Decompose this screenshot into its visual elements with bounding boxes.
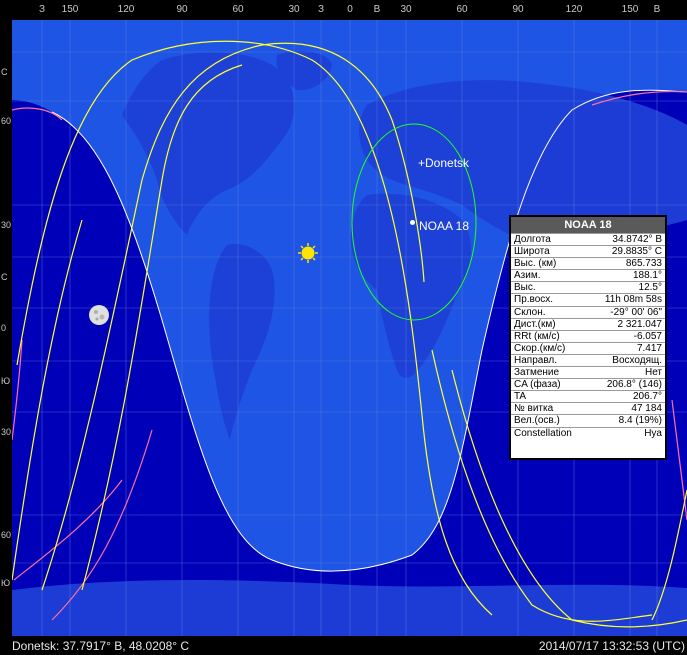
city-marker-donetsk[interactable]: +Donetsk: [418, 156, 469, 170]
axis-tick: Ю: [1, 376, 11, 386]
info-label: Constellation: [514, 427, 572, 439]
status-bar: Donetsk: 37.7917° В, 48.0208° С 2014/07/…: [0, 636, 687, 654]
moon-icon: [89, 305, 109, 325]
axis-tick: 120: [565, 4, 583, 15]
axis-tick: 150: [61, 4, 79, 15]
axis-tick: Ю: [1, 578, 11, 588]
axis-tick: 60: [1, 530, 12, 540]
axis-tick: З: [38, 4, 46, 15]
info-row: Выс. (км) 865.733: [511, 257, 665, 269]
info-row: № витка 47 184: [511, 402, 665, 414]
axis-tick: 0: [1, 323, 7, 333]
axis-tick: 60: [232, 4, 244, 15]
axis-tick: 120: [117, 4, 135, 15]
info-value: Hya: [644, 427, 662, 439]
info-row: Пр.восх. 11h 08m 58s: [511, 293, 665, 305]
axis-tick: 60: [1, 116, 12, 126]
axis-tick: 30: [1, 220, 12, 230]
info-row: Склон. -29° 00' 06": [511, 305, 665, 318]
info-row: Азим. 188.1°: [511, 269, 665, 281]
axis-tick: З: [317, 4, 325, 15]
sun-icon: [298, 243, 318, 263]
info-row: Долгота 34.8742° В: [511, 233, 665, 245]
info-row: Вел.(осв.) 8.4 (19%): [511, 414, 665, 426]
axis-tick: 0: [347, 4, 353, 15]
observer-location: Donetsk: 37.7917° В, 48.0208° С: [12, 639, 190, 653]
info-row: Скор.(км/с) 7.417: [511, 341, 665, 354]
axis-tick: С: [1, 272, 8, 282]
axis-tick: 90: [176, 4, 188, 15]
info-row: RRt (км/с) -6.057: [511, 329, 665, 342]
info-row: Выс. 12.5°: [511, 281, 665, 293]
info-row: TA 206.7°: [511, 390, 665, 402]
axis-tick: 60: [456, 4, 468, 15]
info-row: Затмение Нет: [511, 366, 665, 378]
axis-tick: 30: [400, 4, 412, 15]
info-row: Направл. Восходящ.: [511, 353, 665, 366]
axis-tick: 90: [512, 4, 524, 15]
axis-tick: 30: [288, 4, 300, 15]
panel-title: NOAA 18: [511, 217, 665, 233]
satellite-position-marker[interactable]: [410, 220, 415, 225]
axis-tick: С: [1, 67, 8, 77]
left-latitude-axis: С 60 30 С 0 Ю 30 60 Ю: [0, 20, 12, 636]
axis-tick: 150: [621, 4, 639, 15]
current-datetime: 2014/07/17 13:32:53 (UTC): [538, 639, 685, 653]
top-longitude-axis: З 150 120 90 60 30 З 0 В 30 60 90 120 15…: [0, 0, 687, 20]
satellite-info-panel: NOAA 18 Долгота 34.8742° В Широта 29.8835° …: [509, 215, 667, 460]
info-row: CA (фаза) 206.8° (146): [511, 378, 665, 390]
info-row: Constellation Hya: [511, 426, 665, 439]
info-row: Дист.(км) 2 321.047: [511, 317, 665, 330]
axis-tick: В: [373, 4, 381, 15]
axis-tick: 30: [1, 427, 12, 437]
antarctica: [12, 580, 687, 636]
info-row: Широта 29.8835° С: [511, 245, 665, 257]
satellite-label[interactable]: NOAA 18: [419, 219, 469, 233]
axis-tick: В: [653, 4, 661, 15]
